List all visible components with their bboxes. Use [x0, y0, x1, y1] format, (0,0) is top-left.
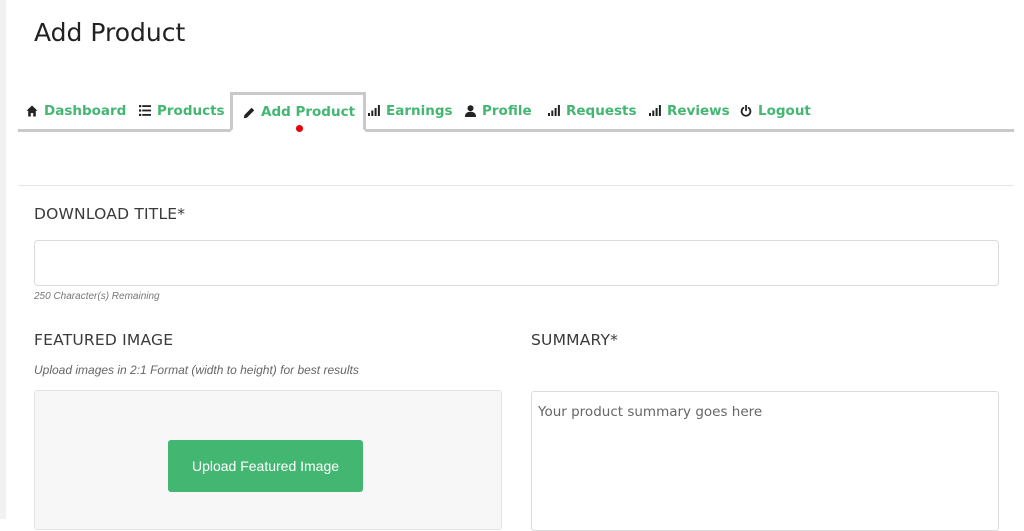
power-icon [740, 104, 752, 117]
page-title: Add Product [34, 18, 186, 47]
active-tab-indicator-dot [296, 125, 303, 132]
pencil-icon [243, 107, 255, 119]
user-icon [465, 104, 476, 117]
summary-textarea[interactable] [531, 391, 999, 531]
list-icon [139, 105, 151, 116]
tab-label: Products [157, 102, 225, 119]
home-icon [26, 105, 38, 117]
upload-featured-image-button[interactable]: Upload Featured Image [168, 440, 363, 492]
download-title-input[interactable] [34, 240, 999, 286]
tab-label: Reviews [667, 102, 730, 119]
tab-reviews[interactable]: Reviews [649, 92, 730, 129]
account-nav-tabs: Dashboard Products Add Product Earnings … [18, 92, 1014, 132]
tab-label: Logout [758, 102, 811, 119]
tab-label: Profile [482, 102, 532, 119]
bar-chart-icon [649, 105, 661, 116]
summary-label: SUMMARY* [531, 331, 619, 349]
section-divider [18, 185, 1014, 186]
tab-profile[interactable]: Profile [465, 92, 532, 129]
tab-label: Requests [566, 102, 637, 119]
tab-dashboard[interactable]: Dashboard [26, 92, 126, 129]
tab-products[interactable]: Products [139, 92, 225, 129]
tab-earnings[interactable]: Earnings [368, 92, 453, 129]
tab-label: Earnings [386, 102, 453, 119]
bar-chart-icon [548, 105, 560, 116]
bar-chart-icon [368, 105, 380, 116]
left-edge-strip [0, 0, 6, 519]
tab-logout[interactable]: Logout [740, 92, 811, 129]
featured-image-label: FEATURED IMAGE [34, 331, 174, 349]
tab-requests[interactable]: Requests [548, 92, 637, 129]
tab-label: Add Product [261, 104, 356, 120]
download-title-label: DOWNLOAD TITLE* [34, 205, 186, 223]
featured-image-help-text: Upload images in 2:1 Format (width to he… [34, 363, 359, 377]
tab-label: Dashboard [44, 102, 127, 119]
character-remaining-text: 250 Character(s) Remaining [34, 291, 160, 302]
